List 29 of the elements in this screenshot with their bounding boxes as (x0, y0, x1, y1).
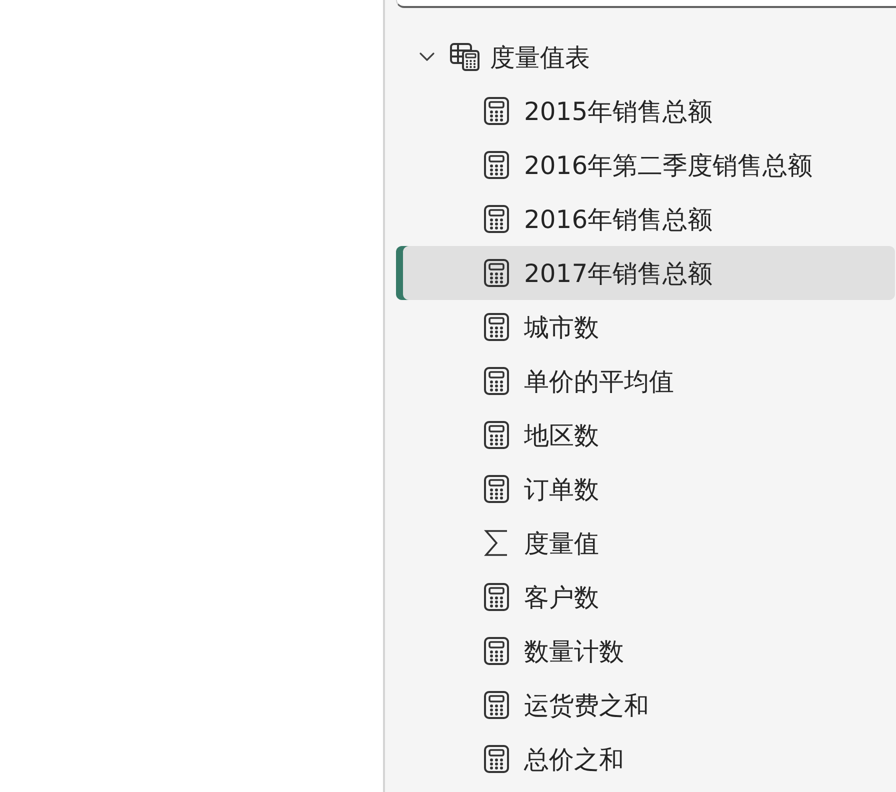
calculator-icon (484, 259, 509, 287)
tree-item[interactable]: 运货费之和 (396, 678, 895, 732)
calculator-icon (484, 367, 509, 395)
tree-item[interactable]: 总价之和 (396, 732, 895, 786)
calculator-icon (484, 151, 509, 179)
tree-item[interactable]: 2015年销售总额 (396, 84, 895, 138)
calculator-icon (484, 97, 509, 125)
tree-item[interactable]: 2017年销售总额 (396, 246, 895, 300)
tree-item[interactable]: 度量值 (396, 516, 895, 570)
sigma-icon (484, 529, 509, 557)
tree-item[interactable]: 单价的平均值 (396, 354, 895, 408)
calculator-icon (484, 745, 509, 773)
tree-item[interactable]: 数量计数 (396, 624, 895, 678)
chevron-icon[interactable] (419, 52, 435, 62)
tree-item[interactable]: 客户数 (396, 570, 895, 624)
calculator-icon (484, 313, 509, 341)
tree-item[interactable]: 2016年第二季度销售总额 (396, 138, 895, 192)
tree-item[interactable]: 度量值表 (396, 30, 895, 84)
calculator-icon (484, 637, 509, 665)
tree-item[interactable]: 订单数 (396, 462, 895, 516)
calculator-icon (484, 421, 509, 449)
calculator-icon (484, 475, 509, 503)
tree-item[interactable]: 城市数 (396, 300, 895, 354)
tree-item[interactable]: 地区数 (396, 408, 895, 462)
calculator-icon (484, 205, 509, 233)
tree-item[interactable]: 2016年销售总额 (396, 192, 895, 246)
calculator-icon (484, 691, 509, 719)
table-calculator-icon (450, 43, 480, 71)
calculator-icon (484, 583, 509, 611)
